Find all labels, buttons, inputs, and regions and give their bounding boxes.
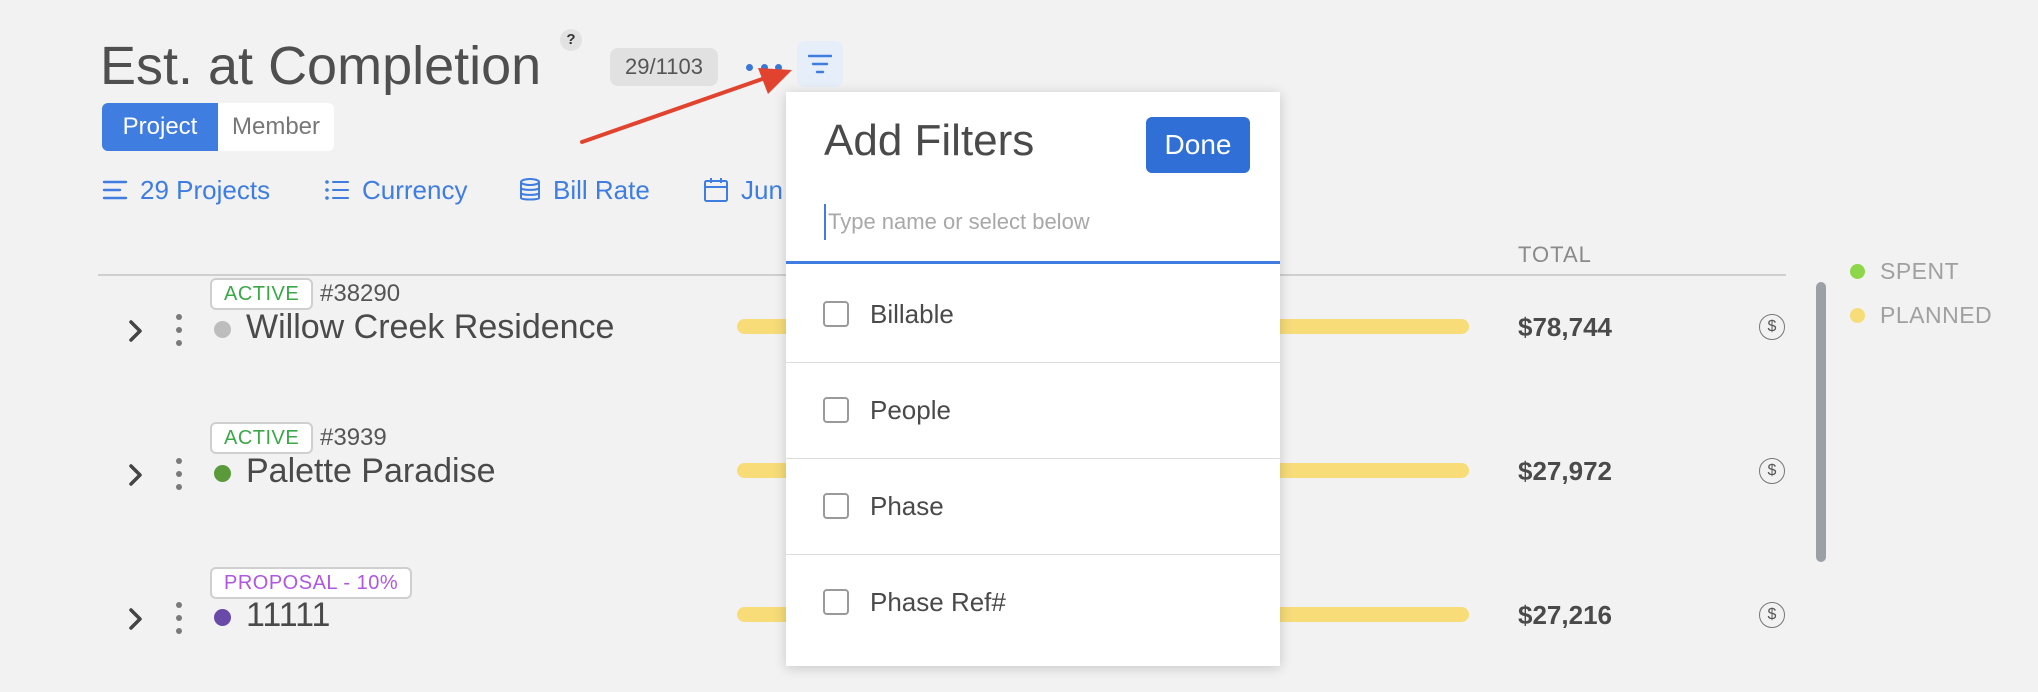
legend-label: PLANNED — [1880, 302, 1993, 328]
project-number: #3939 — [320, 424, 387, 451]
done-button[interactable]: Done — [1146, 117, 1250, 173]
toolbar-bill-rate-label: Bill Rate — [553, 174, 650, 205]
dollar-icon[interactable]: $ — [1759, 602, 1785, 628]
database-icon — [520, 178, 540, 201]
status-badge: ACTIVE — [210, 422, 314, 454]
dollar-icon[interactable]: $ — [1759, 314, 1785, 340]
toolbar-currency[interactable]: Currency — [324, 170, 467, 210]
checkbox[interactable] — [823, 301, 849, 327]
filter-option-billable[interactable]: Billable — [786, 267, 1280, 363]
toolbar-date-label: Jun — [741, 174, 783, 205]
total-value: $78,744 — [1518, 312, 1612, 342]
filter-button[interactable] — [797, 41, 843, 87]
legend-item-planned: PLANNED — [1850, 302, 1992, 329]
filter-option-people[interactable]: People — [786, 363, 1280, 459]
toolbar-bill-rate[interactable]: Bill Rate — [519, 170, 650, 210]
legend-item-spent: SPENT — [1850, 258, 1959, 285]
legend-label: SPENT — [1880, 258, 1960, 284]
status-badge: ACTIVE — [210, 278, 314, 310]
add-filters-modal: Add Filters Done Billable People Phase P… — [786, 92, 1280, 666]
filter-option-phase-ref[interactable]: Phase Ref# — [786, 555, 1280, 651]
filter-search-input[interactable] — [824, 204, 1244, 240]
planned-dot-icon — [1850, 308, 1865, 323]
row-menu-icon[interactable] — [176, 602, 184, 634]
project-name[interactable]: Palette Paradise — [246, 452, 496, 491]
calendar-icon — [704, 178, 728, 202]
page-title: Est. at Completion — [100, 36, 542, 96]
checkbox[interactable] — [823, 493, 849, 519]
modal-title: Add Filters — [824, 116, 1035, 165]
status-badge: PROPOSAL - 10% — [210, 567, 413, 599]
filter-option-label: Billable — [870, 299, 954, 329]
row-menu-icon[interactable] — [176, 458, 184, 490]
project-color-dot — [214, 321, 231, 338]
chevron-right-icon[interactable] — [126, 460, 146, 490]
list-lines-icon — [102, 180, 128, 200]
search-underline — [786, 261, 1280, 264]
total-column-header: TOTAL — [1518, 242, 1592, 267]
filter-icon — [808, 54, 832, 74]
project-color-dot — [214, 465, 231, 482]
toolbar-projects[interactable]: 29 Projects — [102, 170, 270, 210]
project-number: #38290 — [320, 280, 401, 307]
project-color-dot — [214, 609, 231, 626]
bullet-list-icon — [325, 180, 349, 200]
dollar-icon[interactable]: $ — [1759, 458, 1785, 484]
checkbox[interactable] — [823, 397, 849, 423]
chevron-right-icon[interactable] — [126, 604, 146, 634]
checkbox[interactable] — [823, 589, 849, 615]
project-name[interactable]: Willow Creek Residence — [246, 308, 614, 347]
filter-option-label: People — [870, 395, 951, 425]
spent-dot-icon — [1850, 264, 1865, 279]
filter-option-phase[interactable]: Phase — [786, 459, 1280, 555]
filter-option-label: Phase — [870, 491, 944, 521]
help-icon[interactable]: ? — [560, 29, 582, 51]
scrollbar[interactable] — [1816, 282, 1826, 562]
chevron-right-icon[interactable] — [126, 316, 146, 346]
view-toggle: Project Member — [102, 103, 334, 151]
project-name[interactable]: 11111 — [246, 596, 330, 635]
filter-option-label: Phase Ref# — [870, 587, 1006, 617]
toggle-member[interactable]: Member — [218, 103, 334, 151]
row-menu-icon[interactable] — [176, 314, 184, 346]
toolbar-currency-label: Currency — [362, 174, 468, 205]
total-value: $27,972 — [1518, 456, 1612, 486]
total-value: $27,216 — [1518, 600, 1612, 630]
annotation-arrow-icon — [580, 68, 792, 144]
toolbar-date[interactable]: Jun — [703, 170, 783, 210]
toggle-project[interactable]: Project — [102, 103, 218, 151]
toolbar-projects-label: 29 Projects — [140, 174, 271, 205]
